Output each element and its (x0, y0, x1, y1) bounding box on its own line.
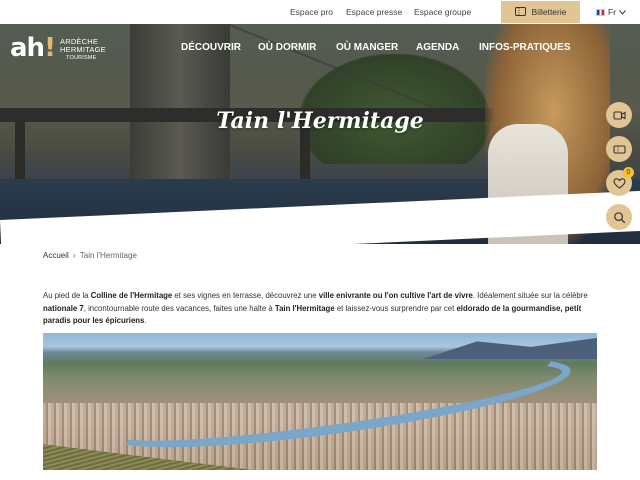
language-selector[interactable]: Fr (596, 7, 626, 17)
nav-ou-dormir[interactable]: OÙ DORMIR (258, 42, 316, 53)
site-logo[interactable]: ah! ARDÈCHE HERMITAGE TOURISME (10, 33, 106, 63)
intro-bold-4: Tain l'Hermitage (274, 303, 335, 313)
intro-text-1: Au pied de la (43, 291, 91, 300)
chevron-down-icon (619, 7, 626, 17)
intro-paragraph: Au pied de la Colline de l'Hermitage et … (43, 290, 598, 328)
search-button[interactable] (606, 204, 632, 230)
intro-bold-3: nationale 7 (43, 303, 84, 313)
language-label: Fr (608, 7, 617, 17)
logo-line-2: HERMITAGE (60, 45, 106, 54)
ticket-icon (514, 6, 526, 18)
breadcrumb: Accueil › Tain l'Hermitage (43, 250, 137, 260)
billetterie-label: Billetterie (531, 7, 567, 17)
page-title: Tain l'Hermitage (216, 108, 424, 134)
logo-mark: ah (10, 33, 45, 63)
link-espace-pro[interactable]: Espace pro (290, 7, 333, 17)
link-espace-presse[interactable]: Espace presse (346, 7, 402, 17)
intro-text-5: et laissez-vous surprendre par cet (334, 303, 457, 313)
favorites-count-badge: 0 (623, 167, 634, 178)
intro-text-4: , incontournable route des vacances, fai… (83, 303, 275, 313)
intro-text-3: . Idéalement située sur la célèbre (472, 291, 588, 300)
link-espace-groupe[interactable]: Espace groupe (414, 7, 471, 17)
intro-text-2: et ses vignes en terrasse, découvrez une (172, 291, 319, 300)
heart-icon (612, 177, 626, 189)
ticket-icon (612, 144, 626, 154)
logo-bang: ! (44, 33, 56, 63)
top-utility-bar: Espace pro Espace presse Espace groupe B… (0, 0, 640, 24)
intro-bold-1: Colline de l'Hermitage (90, 291, 173, 300)
intro-text-6: . (144, 316, 147, 325)
breadcrumb-separator: › (72, 250, 76, 260)
intro-bold-2: ville enivrante ou l'on cultive l'art de… (318, 291, 473, 300)
breadcrumb-current: Tain l'Hermitage (79, 250, 137, 260)
video-call-button[interactable] (606, 102, 632, 128)
search-icon (613, 211, 625, 223)
ticket-button[interactable] (606, 136, 632, 162)
france-flag-icon (596, 8, 605, 16)
nav-agenda[interactable]: AGENDA (416, 42, 459, 53)
nav-infos-pratiques[interactable]: INFOS-PRATIQUES (479, 42, 570, 53)
nav-ou-manger[interactable]: OÙ MANGER (336, 42, 398, 53)
aerial-town-photo (43, 333, 597, 470)
nav-decouvrir[interactable]: DÉCOUVRIR (181, 42, 241, 53)
video-call-icon (612, 110, 626, 120)
logo-line-3: TOURISME (66, 55, 97, 61)
billetterie-button[interactable]: Billetterie (501, 1, 580, 23)
breadcrumb-home[interactable]: Accueil (43, 251, 69, 260)
